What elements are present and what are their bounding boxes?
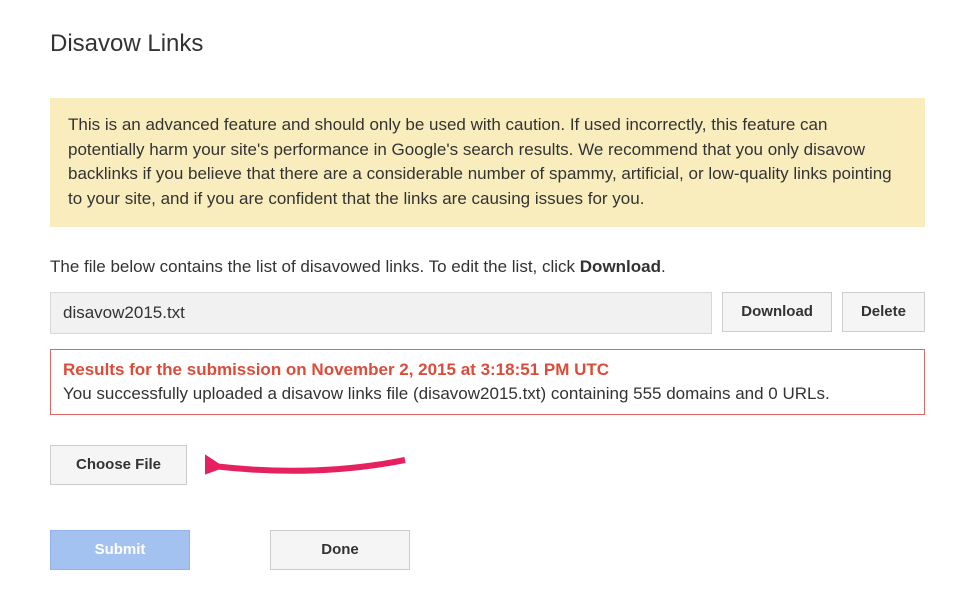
intro-suffix: . bbox=[661, 257, 666, 276]
filename-cell: disavow2015.txt bbox=[50, 292, 712, 334]
download-button[interactable]: Download bbox=[722, 292, 832, 332]
annotation-arrow bbox=[205, 450, 425, 480]
result-heading: Results for the submission on November 2… bbox=[63, 360, 912, 380]
submit-button[interactable]: Submit bbox=[50, 530, 190, 570]
bottom-button-row: Submit Done bbox=[50, 530, 925, 570]
done-button[interactable]: Done bbox=[270, 530, 410, 570]
intro-text: The file below contains the list of disa… bbox=[50, 257, 925, 277]
intro-bold: Download bbox=[580, 257, 661, 276]
warning-banner: This is an advanced feature and should o… bbox=[50, 98, 925, 227]
choose-file-row: Choose File bbox=[50, 445, 925, 485]
choose-file-button[interactable]: Choose File bbox=[50, 445, 187, 485]
file-row: disavow2015.txt Download Delete bbox=[50, 292, 925, 334]
result-box: Results for the submission on November 2… bbox=[50, 349, 925, 415]
page-title: Disavow Links bbox=[50, 30, 925, 58]
result-body: You successfully uploaded a disavow link… bbox=[63, 384, 912, 404]
delete-button[interactable]: Delete bbox=[842, 292, 925, 332]
intro-prefix: The file below contains the list of disa… bbox=[50, 257, 580, 276]
